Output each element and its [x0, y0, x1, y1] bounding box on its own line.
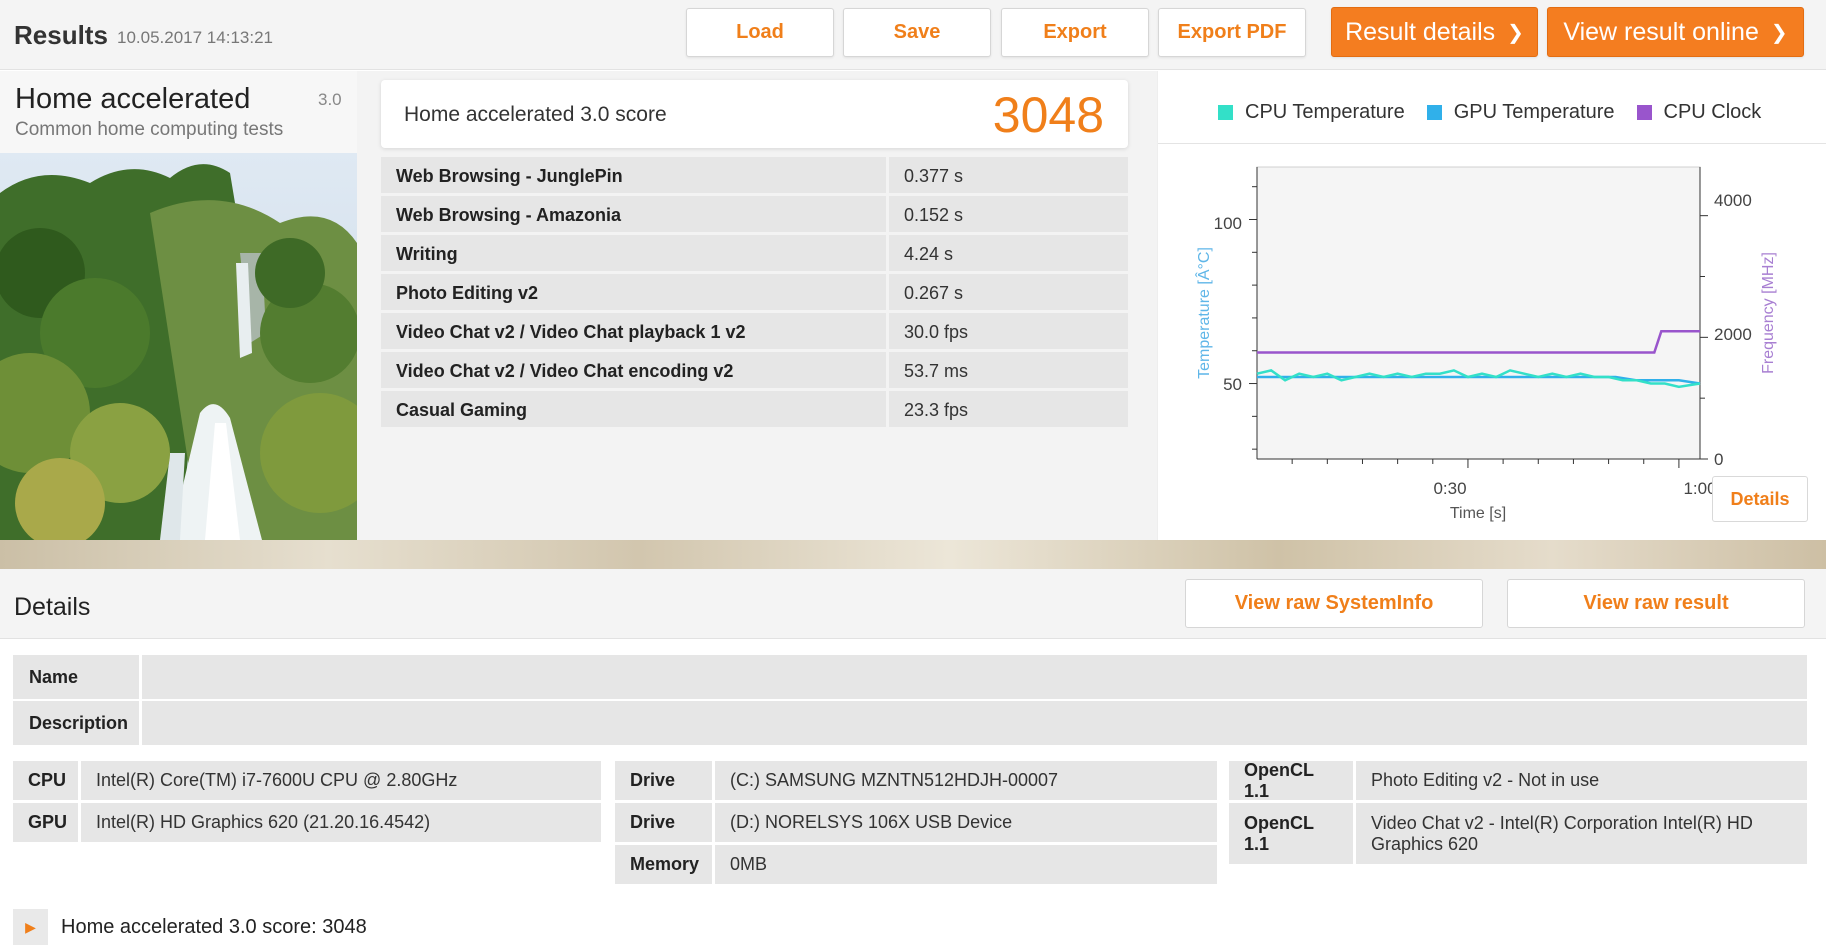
- load-button[interactable]: Load: [686, 8, 834, 57]
- result-timestamp: 10.05.2017 14:13:21: [117, 28, 273, 47]
- name-row: Name: [13, 655, 1807, 699]
- x-axis-title: Time [s]: [1450, 505, 1506, 522]
- score-panel: Home accelerated 3.0 score 3048 Web Brow…: [357, 71, 1157, 540]
- result-row: Writing 4.24 s: [381, 235, 1132, 271]
- system-value: 0MB: [715, 845, 1217, 884]
- system-row: OpenCL 1.1 Video Chat v2 - Intel(R) Corp…: [1229, 803, 1807, 864]
- result-name: Video Chat v2 / Video Chat playback 1 v2: [381, 313, 886, 349]
- system-key: Memory: [615, 845, 712, 884]
- result-name: Casual Gaming: [381, 391, 886, 427]
- result-row: Video Chat v2 / Video Chat playback 1 v2…: [381, 313, 1132, 349]
- system-key: OpenCL 1.1: [1229, 760, 1353, 801]
- system-value: Intel(R) Core(TM) i7-7600U CPU @ 2.80GHz: [81, 761, 601, 800]
- test-info-panel: Home accelerated 3.0 Common home computi…: [0, 71, 357, 540]
- decorative-band: [0, 540, 1826, 569]
- result-name: Web Browsing - JunglePin: [381, 157, 886, 193]
- system-value: (D:) NORELSYS 106X USB Device: [715, 803, 1217, 842]
- results-header: Results 10.05.2017 14:13:21 Load Save Ex…: [0, 0, 1826, 70]
- name-label: Name: [13, 655, 139, 699]
- y-right-axis-title: Frequency [MHz]: [1760, 252, 1777, 374]
- score-summary: Home accelerated 3.0 score: 3048: [61, 915, 367, 938]
- details-title: Details: [14, 593, 91, 621]
- result-row: Web Browsing - Amazonia 0.152 s: [381, 196, 1132, 232]
- y-left-tick-label: 100: [1214, 214, 1242, 233]
- system-key: OpenCL 1.1: [1229, 803, 1353, 864]
- result-value: 30.0 fps: [889, 313, 1128, 349]
- y-right-tick-label: 0: [1714, 450, 1723, 469]
- result-name: Video Chat v2 / Video Chat encoding v2: [381, 352, 886, 388]
- result-details-button[interactable]: Result details ❯: [1331, 7, 1538, 57]
- system-key: GPU: [13, 803, 78, 842]
- system-value: Photo Editing v2 - Not in use: [1356, 761, 1807, 800]
- result-name: Photo Editing v2: [381, 274, 886, 310]
- expand-arrow-icon[interactable]: ▶: [13, 909, 48, 945]
- system-value: Intel(R) HD Graphics 620 (21.20.16.4542): [81, 803, 601, 842]
- page-title: Results: [14, 20, 108, 50]
- result-value: 4.24 s: [889, 235, 1128, 271]
- name-value: [142, 655, 1807, 699]
- details-header: Details View raw SystemInfo View raw res…: [0, 569, 1826, 639]
- result-value: 0.152 s: [889, 196, 1128, 232]
- system-row: CPU Intel(R) Core(TM) i7-7600U CPU @ 2.8…: [13, 761, 601, 800]
- plot-area: [1256, 166, 1701, 460]
- test-name: Home accelerated: [15, 83, 251, 115]
- result-value: 23.3 fps: [889, 391, 1128, 427]
- view-result-online-label: View result online: [1563, 17, 1759, 46]
- system-row: Drive (C:) SAMSUNG MZNTN512HDJH-00007: [615, 761, 1217, 800]
- result-row: Video Chat v2 / Video Chat encoding v2 5…: [381, 352, 1132, 388]
- view-raw-result-button[interactable]: View raw result: [1507, 579, 1805, 628]
- description-label: Description: [13, 701, 139, 745]
- system-info-storage: Drive (C:) SAMSUNG MZNTN512HDJH-00007 Dr…: [615, 761, 1217, 887]
- system-value: (C:) SAMSUNG MZNTN512HDJH-00007: [715, 761, 1217, 800]
- score-box: Home accelerated 3.0 score 3048: [381, 80, 1128, 148]
- result-row: Web Browsing - JunglePin 0.377 s: [381, 157, 1132, 193]
- results-table: Web Browsing - JunglePin 0.377 s Web Bro…: [381, 157, 1132, 430]
- system-key: CPU: [13, 761, 78, 800]
- view-result-online-button[interactable]: View result online ❯: [1547, 7, 1804, 57]
- export-button[interactable]: Export: [1001, 8, 1149, 57]
- score-label: Home accelerated 3.0 score: [404, 103, 667, 126]
- test-subtitle: Common home computing tests: [15, 119, 284, 140]
- result-row: Photo Editing v2 0.267 s: [381, 274, 1132, 310]
- system-key: Drive: [615, 803, 712, 842]
- test-version: 3.0: [318, 90, 342, 109]
- result-value: 53.7 ms: [889, 352, 1128, 388]
- chevron-right-icon: ❯: [1770, 21, 1788, 44]
- view-raw-systeminfo-button[interactable]: View raw SystemInfo: [1185, 579, 1483, 628]
- y-left-tick-label: 50: [1223, 375, 1242, 394]
- result-name: Web Browsing - Amazonia: [381, 196, 886, 232]
- system-row: OpenCL 1.1 Photo Editing v2 - Not in use: [1229, 760, 1807, 801]
- score-value: 3048: [992, 87, 1104, 143]
- waterfall-image: [0, 153, 357, 540]
- result-value: 0.377 s: [889, 157, 1128, 193]
- y-right-tick-label: 2000: [1714, 325, 1752, 344]
- system-row: GPU Intel(R) HD Graphics 620 (21.20.16.4…: [13, 803, 601, 842]
- system-info-hardware: CPU Intel(R) Core(TM) i7-7600U CPU @ 2.8…: [13, 761, 601, 845]
- system-info-opencl: OpenCL 1.1 Photo Editing v2 - Not in use…: [1229, 760, 1807, 867]
- save-button[interactable]: Save: [843, 8, 991, 57]
- monitoring-chart: 50 100 0 2000 4000 0:30 1:00 Time [s] Te…: [1194, 166, 1777, 522]
- result-value: 0.267 s: [889, 274, 1128, 310]
- chart-details-button[interactable]: Details: [1712, 476, 1808, 522]
- system-row: Drive (D:) NORELSYS 106X USB Device: [615, 803, 1217, 842]
- result-details-label: Result details: [1345, 17, 1496, 46]
- x-tick-label: 0:30: [1433, 479, 1466, 498]
- y-left-axis-title: Temperature [Â°C]: [1194, 247, 1213, 379]
- score-expander[interactable]: ▶ Home accelerated 3.0 score: 3048: [13, 909, 367, 945]
- system-key: Drive: [615, 761, 712, 800]
- description-value: [142, 701, 1807, 745]
- description-row: Description: [13, 701, 1807, 745]
- result-name: Writing: [381, 235, 886, 271]
- result-row: Casual Gaming 23.3 fps: [381, 391, 1132, 427]
- export-pdf-button[interactable]: Export PDF: [1158, 8, 1306, 57]
- system-value: Video Chat v2 - Intel(R) Corporation Int…: [1356, 803, 1807, 864]
- system-row: Memory 0MB: [615, 845, 1217, 884]
- chevron-right-icon: ❯: [1507, 21, 1524, 44]
- monitoring-chart-panel: CPU Temperature GPU Temperature CPU Cloc…: [1157, 71, 1826, 540]
- y-right-tick-label: 4000: [1714, 191, 1752, 210]
